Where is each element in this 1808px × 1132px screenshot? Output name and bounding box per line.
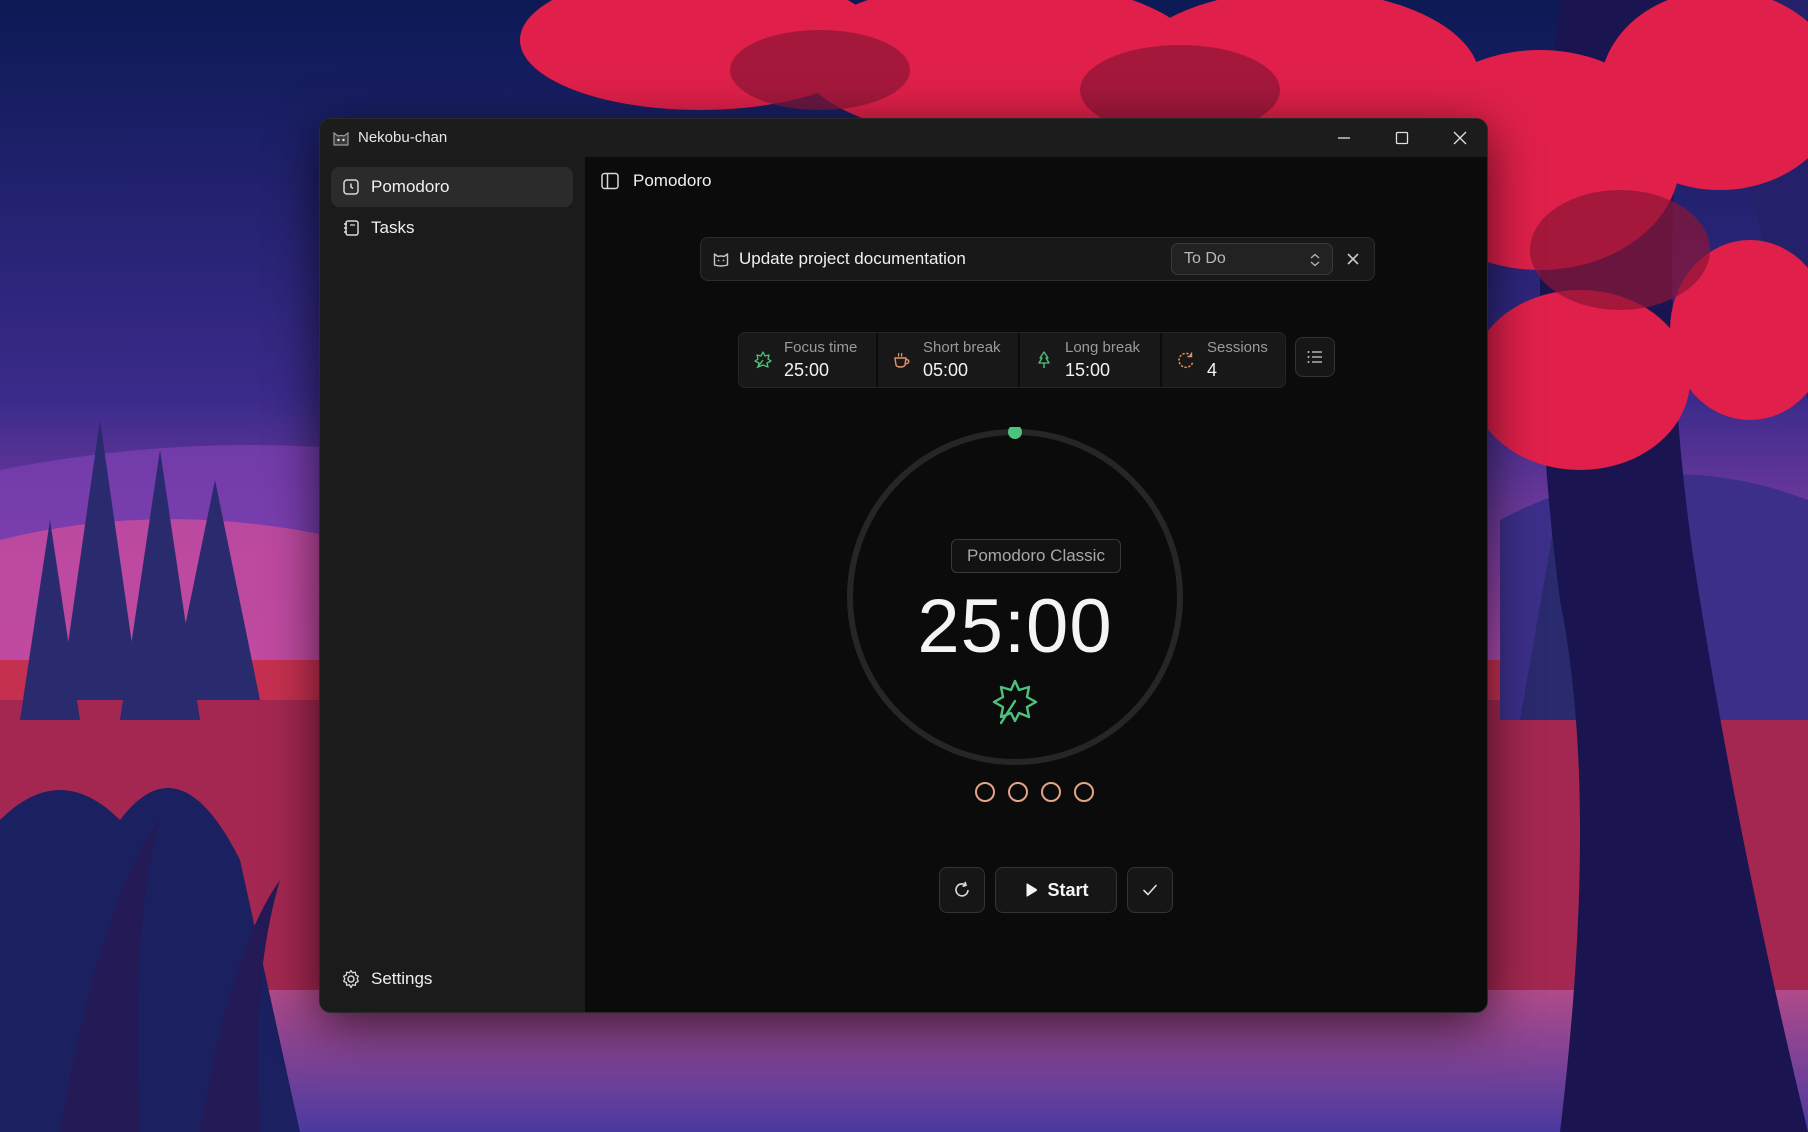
app-window: Nekobu-chan Pomodoro Tasks Settings Pomo… — [319, 118, 1488, 1013]
maximize-icon — [1395, 131, 1409, 145]
sidebar-item-label: Pomodoro — [371, 177, 450, 196]
cat-face-icon — [713, 253, 729, 267]
current-task-bar: Update project documentation To Do — [700, 237, 1375, 281]
page-title: Pomodoro — [633, 171, 712, 190]
tree-icon — [1038, 351, 1050, 368]
start-label: Start — [1047, 879, 1089, 900]
stat-long-break: Long break 15:00 — [1020, 333, 1160, 387]
complete-button[interactable] — [1127, 867, 1173, 913]
play-icon — [1026, 883, 1038, 897]
close-window-button[interactable] — [1431, 119, 1487, 157]
stat-value: 4 — [1207, 360, 1218, 380]
sidebar-item-pomodoro[interactable]: Pomodoro — [331, 167, 573, 207]
list-icon — [1307, 351, 1322, 363]
sidebar-toggle-icon[interactable] — [600, 171, 620, 191]
title-bar[interactable]: Nekobu-chan — [320, 119, 1487, 157]
timer-settings-summary: Focus time 25:00 Short break 05:00 Long … — [738, 332, 1286, 388]
stat-value: 05:00 — [923, 360, 969, 380]
gear-icon — [341, 969, 361, 989]
notebook-icon — [341, 218, 361, 238]
refresh-icon — [955, 881, 969, 897]
maximize-button[interactable] — [1373, 119, 1431, 157]
session-dot — [975, 782, 995, 802]
loop-icon — [1178, 352, 1194, 369]
close-icon — [1453, 131, 1467, 145]
cat-app-icon — [333, 131, 349, 146]
stat-value: 25:00 — [784, 360, 830, 380]
presets-list-button[interactable] — [1295, 337, 1335, 377]
stat-focus-time: Focus time 25:00 — [739, 333, 876, 387]
coffee-cup-icon — [894, 352, 910, 368]
clear-task-icon[interactable] — [1344, 250, 1362, 268]
stat-label: Short break — [923, 339, 1001, 356]
window-title: Nekobu-chan — [358, 129, 448, 146]
stat-label: Focus time — [784, 339, 858, 356]
stat-sessions: Sessions 4 — [1162, 333, 1285, 387]
minimize-icon — [1338, 137, 1350, 139]
progress-indicator-dot — [1008, 427, 1022, 439]
sidebar: Pomodoro Tasks Settings — [320, 157, 586, 1012]
main-content: Pomodoro Update project documentation To… — [585, 157, 1487, 1012]
settings-button[interactable]: Settings — [331, 959, 573, 999]
current-task-title: Update project documentation — [739, 249, 966, 268]
timer-display: 25:00 — [917, 584, 1113, 669]
leaf-icon — [992, 679, 1038, 725]
stat-label: Long break — [1065, 339, 1141, 356]
session-progress-dots — [975, 782, 1099, 806]
sidebar-item-label: Tasks — [371, 218, 415, 237]
check-icon — [1143, 884, 1157, 896]
stat-label: Sessions — [1207, 339, 1268, 356]
session-dot — [1074, 782, 1094, 802]
minimize-button[interactable] — [1315, 119, 1373, 157]
reset-button[interactable] — [939, 867, 985, 913]
stat-short-break: Short break 05:00 — [878, 333, 1018, 387]
start-button[interactable]: Start — [995, 867, 1117, 913]
sidebar-item-tasks[interactable]: Tasks — [331, 208, 573, 248]
settings-label: Settings — [371, 969, 433, 988]
session-dot — [1041, 782, 1061, 802]
stat-value: 15:00 — [1065, 360, 1111, 380]
task-status-value: To Do — [1184, 250, 1226, 267]
clock-note-icon — [341, 177, 361, 197]
task-status-select[interactable]: To Do — [1171, 243, 1333, 275]
chevron-up-down-icon — [1310, 253, 1320, 267]
preset-name-badge[interactable]: Pomodoro Classic — [951, 539, 1121, 573]
leaf-icon — [754, 351, 772, 369]
session-dot — [1008, 782, 1028, 802]
